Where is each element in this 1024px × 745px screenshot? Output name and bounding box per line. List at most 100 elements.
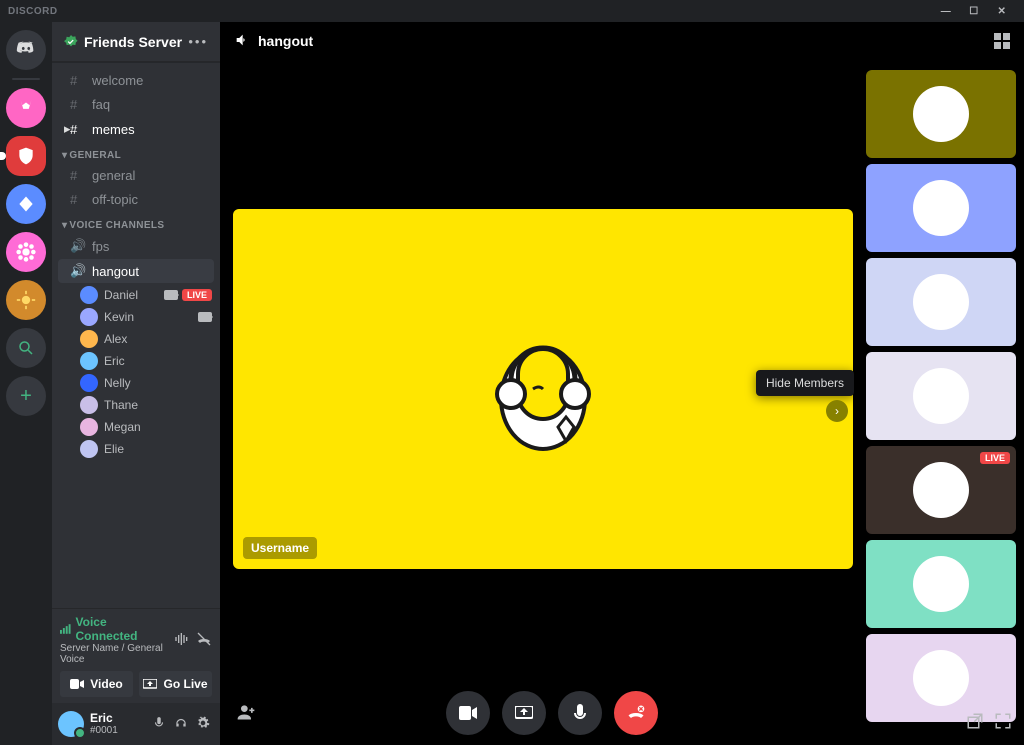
participant-column: LIVE <box>866 60 1016 737</box>
window-close[interactable]: ✕ <box>988 6 1016 17</box>
member-avatar <box>80 418 98 436</box>
category-general[interactable]: ▾GENERAL <box>52 142 220 163</box>
participant-tile[interactable] <box>866 634 1016 722</box>
member-avatar <box>80 374 98 392</box>
noise-suppression-icon[interactable] <box>174 631 190 650</box>
avatar-illustration <box>463 309 623 469</box>
user-name: Eric <box>90 712 148 725</box>
avatar-circle <box>913 368 969 424</box>
participant-tile[interactable]: LIVE <box>866 446 1016 534</box>
add-friend-icon[interactable] <box>236 702 256 725</box>
server-item[interactable] <box>6 232 46 272</box>
avatar-circle <box>913 462 969 518</box>
voice-member[interactable]: Elie <box>52 438 220 460</box>
disconnect-icon[interactable] <box>196 631 212 650</box>
voice-member[interactable]: Nelly <box>52 372 220 394</box>
channel-welcome[interactable]: #welcome <box>58 69 214 92</box>
channel-memes[interactable]: ▸#memes <box>58 117 214 141</box>
window-minimize[interactable]: — <box>932 6 960 17</box>
participant-tile[interactable] <box>866 352 1016 440</box>
call-channel-name: hangout <box>258 33 313 49</box>
channel-sidebar: Friends Server ••• #welcome #faq ▸#memes… <box>52 22 220 745</box>
username-plate: Username <box>243 537 317 559</box>
member-name: Alex <box>104 332 127 346</box>
fullscreen-icon[interactable] <box>994 712 1012 733</box>
server-item[interactable] <box>6 280 46 320</box>
member-avatar <box>80 330 98 348</box>
camera-icon <box>930 106 952 122</box>
video-button[interactable]: Video <box>60 671 133 697</box>
signal-icon <box>60 624 72 634</box>
member-name: Thane <box>104 398 138 412</box>
golive-button[interactable]: Go Live <box>139 671 212 697</box>
camera-icon <box>198 312 212 322</box>
participant-tile[interactable] <box>866 258 1016 346</box>
voice-subtitle: Server Name / General Voice <box>60 643 168 665</box>
voice-channel-hangout[interactable]: 🔊hangout <box>58 259 214 283</box>
avatar-circle <box>913 650 969 706</box>
voice-member[interactable]: Megan <box>52 416 220 438</box>
verified-icon <box>64 35 78 49</box>
share-screen-button[interactable] <box>502 691 546 735</box>
server-item[interactable] <box>6 184 46 224</box>
live-badge: LIVE <box>980 452 1010 464</box>
channel-faq[interactable]: #faq <box>58 93 214 116</box>
avatar-circle <box>913 180 969 236</box>
voice-channel-fps[interactable]: 🔊fps <box>58 234 214 258</box>
server-item-selected[interactable] <box>6 136 46 176</box>
hide-members-tooltip: Hide Members <box>756 370 854 396</box>
mic-button[interactable] <box>558 691 602 735</box>
user-avatar[interactable] <box>58 711 84 737</box>
voice-member[interactable]: Kevin <box>52 306 220 328</box>
call-area: hangout Username <box>220 22 1024 745</box>
live-badge: LIVE <box>182 289 212 301</box>
voice-member[interactable]: Daniel LIVE <box>52 284 220 306</box>
avatar-circle <box>913 274 969 330</box>
voice-member[interactable]: Thane <box>52 394 220 416</box>
member-name: Nelly <box>104 376 131 390</box>
member-name: Elie <box>104 442 124 456</box>
hangup-button[interactable] <box>614 691 658 735</box>
voice-status-panel: Voice Connected Server Name / General Vo… <box>52 608 220 703</box>
settings-icon[interactable] <box>192 716 214 733</box>
server-header[interactable]: Friends Server ••• <box>52 22 220 62</box>
speaker-icon <box>234 32 250 51</box>
member-avatar <box>80 396 98 414</box>
server-name: Friends Server <box>84 34 188 50</box>
video-icon <box>70 679 84 689</box>
server-menu-icon[interactable]: ••• <box>188 34 208 49</box>
participant-tile[interactable] <box>866 164 1016 252</box>
deafen-icon[interactable] <box>170 716 192 733</box>
add-server-button[interactable]: + <box>6 376 46 416</box>
app-title: DISCORD <box>8 6 58 17</box>
user-panel: Eric #0001 <box>52 703 220 745</box>
popout-icon[interactable] <box>966 712 984 733</box>
camera-button[interactable] <box>446 691 490 735</box>
server-rail: + <box>0 22 52 745</box>
window-maximize[interactable]: ☐ <box>960 6 988 17</box>
hide-members-button[interactable]: › <box>826 400 848 422</box>
channel-general[interactable]: #general <box>58 164 214 187</box>
channel-off-topic[interactable]: #off-topic <box>58 188 214 211</box>
grid-view-icon[interactable] <box>994 33 1010 49</box>
mute-icon[interactable] <box>148 716 170 733</box>
voice-member[interactable]: Alex <box>52 328 220 350</box>
camera-icon <box>164 290 178 300</box>
participant-tile[interactable] <box>866 70 1016 158</box>
participant-tile[interactable] <box>866 540 1016 628</box>
explore-button[interactable] <box>6 328 46 368</box>
avatar-circle <box>913 556 969 612</box>
member-avatar <box>80 308 98 326</box>
voice-member[interactable]: Eric <box>52 350 220 372</box>
home-button[interactable] <box>6 30 46 70</box>
screen-icon <box>143 679 157 689</box>
voice-connected-label: Voice Connected <box>60 615 168 643</box>
member-name: Eric <box>104 354 125 368</box>
member-avatar <box>80 440 98 458</box>
member-name: Daniel <box>104 288 138 302</box>
category-voice[interactable]: ▾VOICE CHANNELS <box>52 212 220 233</box>
member-name: Megan <box>104 420 141 434</box>
server-item[interactable] <box>6 88 46 128</box>
user-tag: #0001 <box>90 725 148 736</box>
member-avatar <box>80 286 98 304</box>
